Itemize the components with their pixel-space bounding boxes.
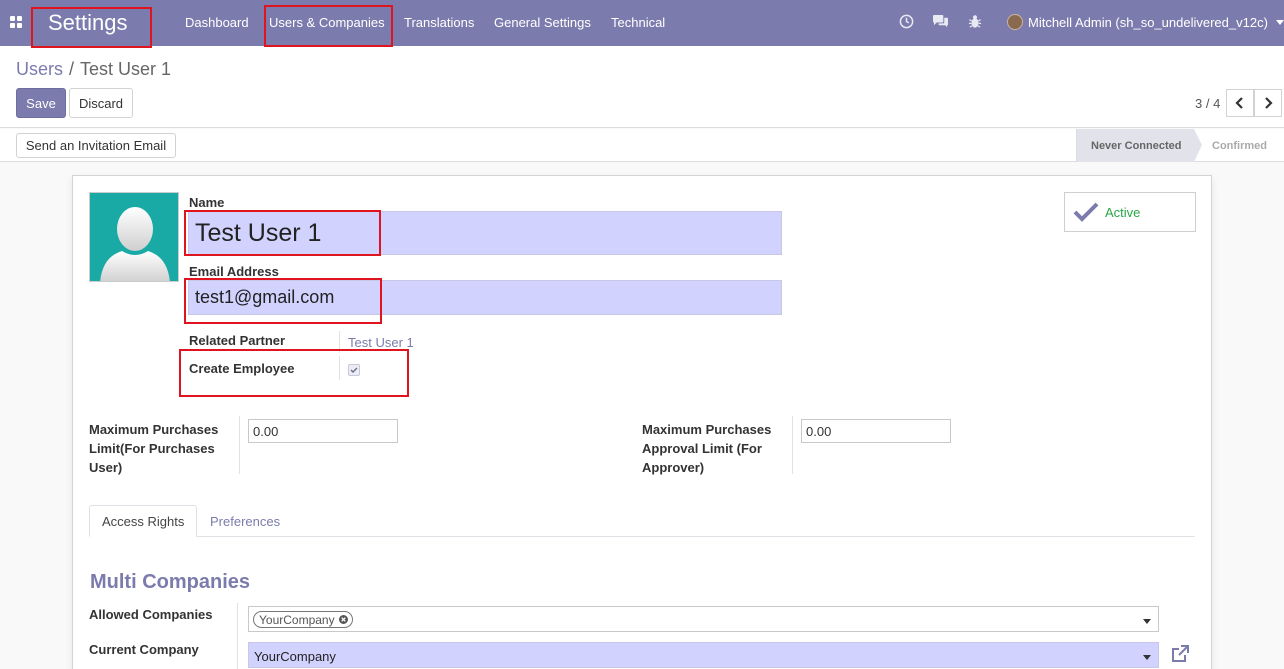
check-icon [350, 367, 358, 373]
control-panel: Users / Test User 1 Save Discard 3 / 4 [0, 46, 1284, 128]
company-tag-label: YourCompany [259, 612, 335, 627]
field-divider [792, 416, 793, 474]
user-avatar-image[interactable] [89, 192, 179, 282]
external-link-icon[interactable] [1170, 644, 1190, 664]
email-input[interactable]: test1@gmail.com [188, 280, 782, 315]
user-menu-name[interactable]: Mitchell Admin (sh_so_undelivered_v12c) [1028, 15, 1268, 30]
purchase-limit-input[interactable]: 0.00 [248, 419, 398, 443]
chevron-right-icon [1265, 97, 1273, 109]
menu-users-companies[interactable]: Users & Companies [269, 15, 385, 30]
save-button[interactable]: Save [16, 88, 66, 118]
chevron-left-icon [1235, 97, 1243, 109]
chevron-down-icon[interactable] [1276, 20, 1284, 25]
discuss-chat-icon[interactable] [932, 14, 949, 29]
active-label: Active [1105, 204, 1141, 220]
remove-tag-icon[interactable] [338, 615, 348, 624]
pager-value: 3 / 4 [1195, 96, 1221, 111]
field-divider [239, 416, 240, 474]
menu-translations[interactable]: Translations [404, 15, 474, 30]
tab-preferences[interactable]: Preferences [198, 505, 292, 537]
multi-companies-title: Multi Companies [90, 571, 251, 593]
app-title[interactable]: Settings [48, 10, 128, 36]
current-company-label: Current Company [89, 642, 199, 657]
name-input[interactable]: Test User 1 [188, 211, 782, 255]
checkmark-icon [1073, 202, 1099, 222]
current-company-value: YourCompany [254, 649, 336, 664]
field-divider [339, 356, 340, 380]
activity-clock-icon[interactable] [899, 14, 914, 29]
breadcrumb: Users / Test User 1 [16, 59, 171, 80]
current-company-select[interactable]: YourCompany [248, 642, 1159, 668]
breadcrumb-separator: / [69, 59, 75, 79]
user-avatar[interactable] [1007, 14, 1023, 30]
related-partner-link[interactable]: Test User 1 [348, 335, 414, 350]
tab-access-rights[interactable]: Access Rights [89, 505, 198, 537]
person-placeholder-icon [100, 207, 170, 281]
discard-button[interactable]: Discard [69, 88, 133, 118]
allowed-companies-field[interactable]: YourCompany [248, 606, 1159, 632]
create-employee-label: Create Employee [189, 361, 295, 376]
chevron-down-icon[interactable] [1143, 619, 1151, 624]
breadcrumb-users-link[interactable]: Users [16, 59, 63, 79]
chevron-down-icon[interactable] [1143, 655, 1151, 660]
active-toggle-button[interactable]: Active [1064, 192, 1196, 232]
pager-next-button[interactable] [1254, 89, 1282, 117]
send-invitation-button[interactable]: Send an Invitation Email [16, 133, 176, 158]
allowed-companies-label: Allowed Companies [89, 607, 213, 622]
create-employee-checkbox[interactable] [348, 364, 360, 376]
breadcrumb-current: Test User 1 [80, 59, 172, 79]
stage-confirmed: Confirmed [1212, 139, 1267, 152]
form-statusbar: Send an Invitation Email Never Connected… [0, 129, 1284, 162]
field-divider [237, 603, 238, 669]
menu-technical[interactable]: Technical [611, 15, 665, 30]
stage-never-connected: Never Connected [1076, 129, 1202, 162]
pager-previous-button[interactable] [1226, 89, 1254, 117]
approval-limit-input[interactable]: 0.00 [801, 419, 951, 443]
related-partner-label: Related Partner [189, 333, 286, 348]
apps-menu-icon[interactable] [10, 16, 22, 28]
email-label: Email Address [189, 264, 279, 279]
menu-dashboard[interactable]: Dashboard [185, 15, 249, 30]
top-navbar: Settings Dashboard Users & Companies Tra… [0, 0, 1284, 46]
approval-limit-label: Maximum Purchases Approval Limit (For Ap… [642, 422, 772, 475]
name-label: Name [189, 195, 225, 210]
company-tag: YourCompany [253, 611, 353, 628]
field-divider [339, 331, 340, 353]
menu-general-settings[interactable]: General Settings [494, 15, 591, 30]
purchase-limit-label: Maximum Purchases Limit(For Purchases Us… [89, 422, 219, 475]
debug-bug-icon[interactable] [968, 14, 982, 29]
